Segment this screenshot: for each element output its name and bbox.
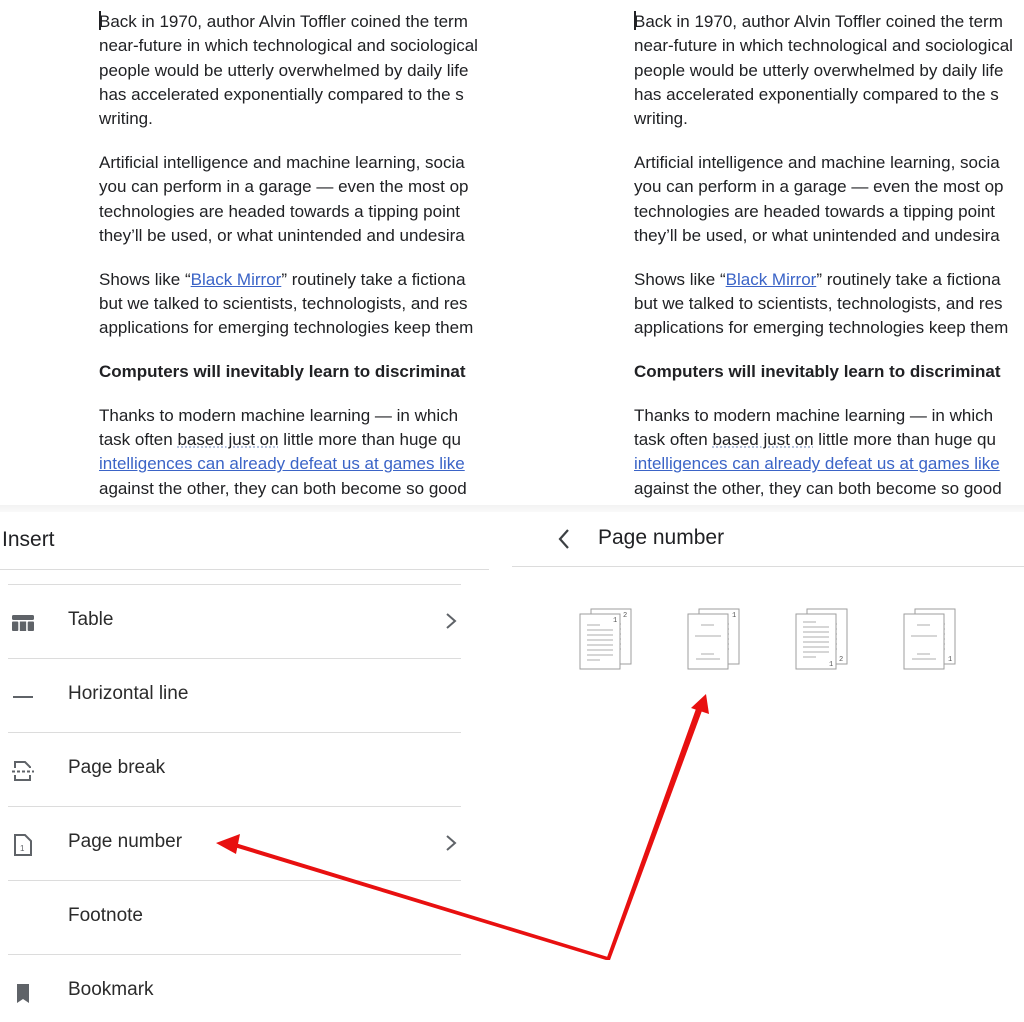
insert-menu-title: Insert — [2, 528, 55, 551]
chevron-right-icon — [446, 613, 457, 629]
svg-text:2: 2 — [623, 612, 627, 620]
insert-menu: Insert Table Horizontal line Page break … — [0, 512, 512, 1022]
bookmark-icon — [17, 984, 29, 1003]
section-heading: Computers will inevitably learn to discr… — [99, 362, 466, 382]
menu-item-page-number[interactable]: 1 Page number — [8, 806, 461, 880]
menu-item-page-break[interactable]: Page break — [8, 732, 461, 806]
page-number-option-bottom-all[interactable]: 2 1 — [794, 606, 856, 670]
svg-text:1: 1 — [20, 844, 25, 853]
black-mirror-link[interactable]: Black Mirror — [726, 270, 817, 289]
svg-text:2: 2 — [839, 656, 843, 664]
games-link[interactable]: intelligences can already defeat us at g… — [99, 452, 490, 476]
page-number-header: Page number — [512, 512, 1024, 567]
chevron-right-icon — [446, 835, 457, 851]
page-number-icon: 1 — [14, 834, 32, 856]
menu-item-horizontal-line[interactable]: Horizontal line — [8, 658, 461, 732]
svg-text:1: 1 — [732, 612, 736, 620]
table-icon — [12, 615, 34, 631]
document-body[interactable]: Back in 1970, author Alvin Toffler coine… — [634, 10, 1024, 521]
page-break-icon — [12, 761, 34, 781]
section-heading: Computers will inevitably learn to discr… — [634, 362, 1001, 382]
paragraph-1: Back in 1970, author Alvin Toffler coine… — [634, 11, 1013, 129]
paragraph-1: Back in 1970, author Alvin Toffler coine… — [99, 11, 478, 129]
black-mirror-link[interactable]: Black Mirror — [191, 270, 282, 289]
page-number-title: Page number — [598, 526, 725, 549]
paragraph-3: Shows like “Black Mirror” routinely take… — [99, 269, 474, 338]
paragraph-2: Artificial intelligence and machine lear… — [634, 152, 1004, 245]
horizontal-line-icon — [13, 696, 33, 698]
document-body[interactable]: Back in 1970, author Alvin Toffler coine… — [99, 10, 490, 521]
paragraph-5: Thanks to modern machine learning — in w… — [99, 404, 490, 501]
page-number-option-top-skip-first[interactable]: 1 — [686, 606, 748, 670]
grammar-suggestion[interactable]: based just on — [177, 430, 278, 449]
menu-item-table[interactable]: Table — [8, 584, 461, 658]
paragraph-2: Artificial intelligence and machine lear… — [99, 152, 469, 245]
menu-item-footnote[interactable]: Footnote — [8, 880, 461, 954]
page-number-option-top-all[interactable]: 2 1 — [578, 606, 640, 670]
left-screenshot: Back in 1970, author Alvin Toffler coine… — [0, 0, 512, 1022]
menu-item-bookmark[interactable]: Bookmark — [8, 954, 461, 1022]
divider — [0, 569, 489, 570]
paragraph-5: Thanks to modern machine learning — in w… — [634, 404, 1024, 501]
svg-text:1: 1 — [613, 617, 617, 625]
grammar-suggestion[interactable]: based just on — [712, 430, 813, 449]
paragraph-3: Shows like “Black Mirror” routinely take… — [634, 269, 1009, 338]
svg-text:1: 1 — [948, 656, 952, 664]
right-screenshot: Back in 1970, author Alvin Toffler coine… — [512, 0, 1024, 1022]
chevron-left-icon[interactable] — [554, 526, 574, 552]
page-number-option-bottom-skip-first[interactable]: 1 — [902, 606, 964, 670]
svg-text:1: 1 — [829, 661, 833, 669]
page-number-options: 2 1 1 2 1 1 — [512, 600, 1024, 680]
games-link[interactable]: intelligences can already defeat us at g… — [634, 452, 1024, 476]
